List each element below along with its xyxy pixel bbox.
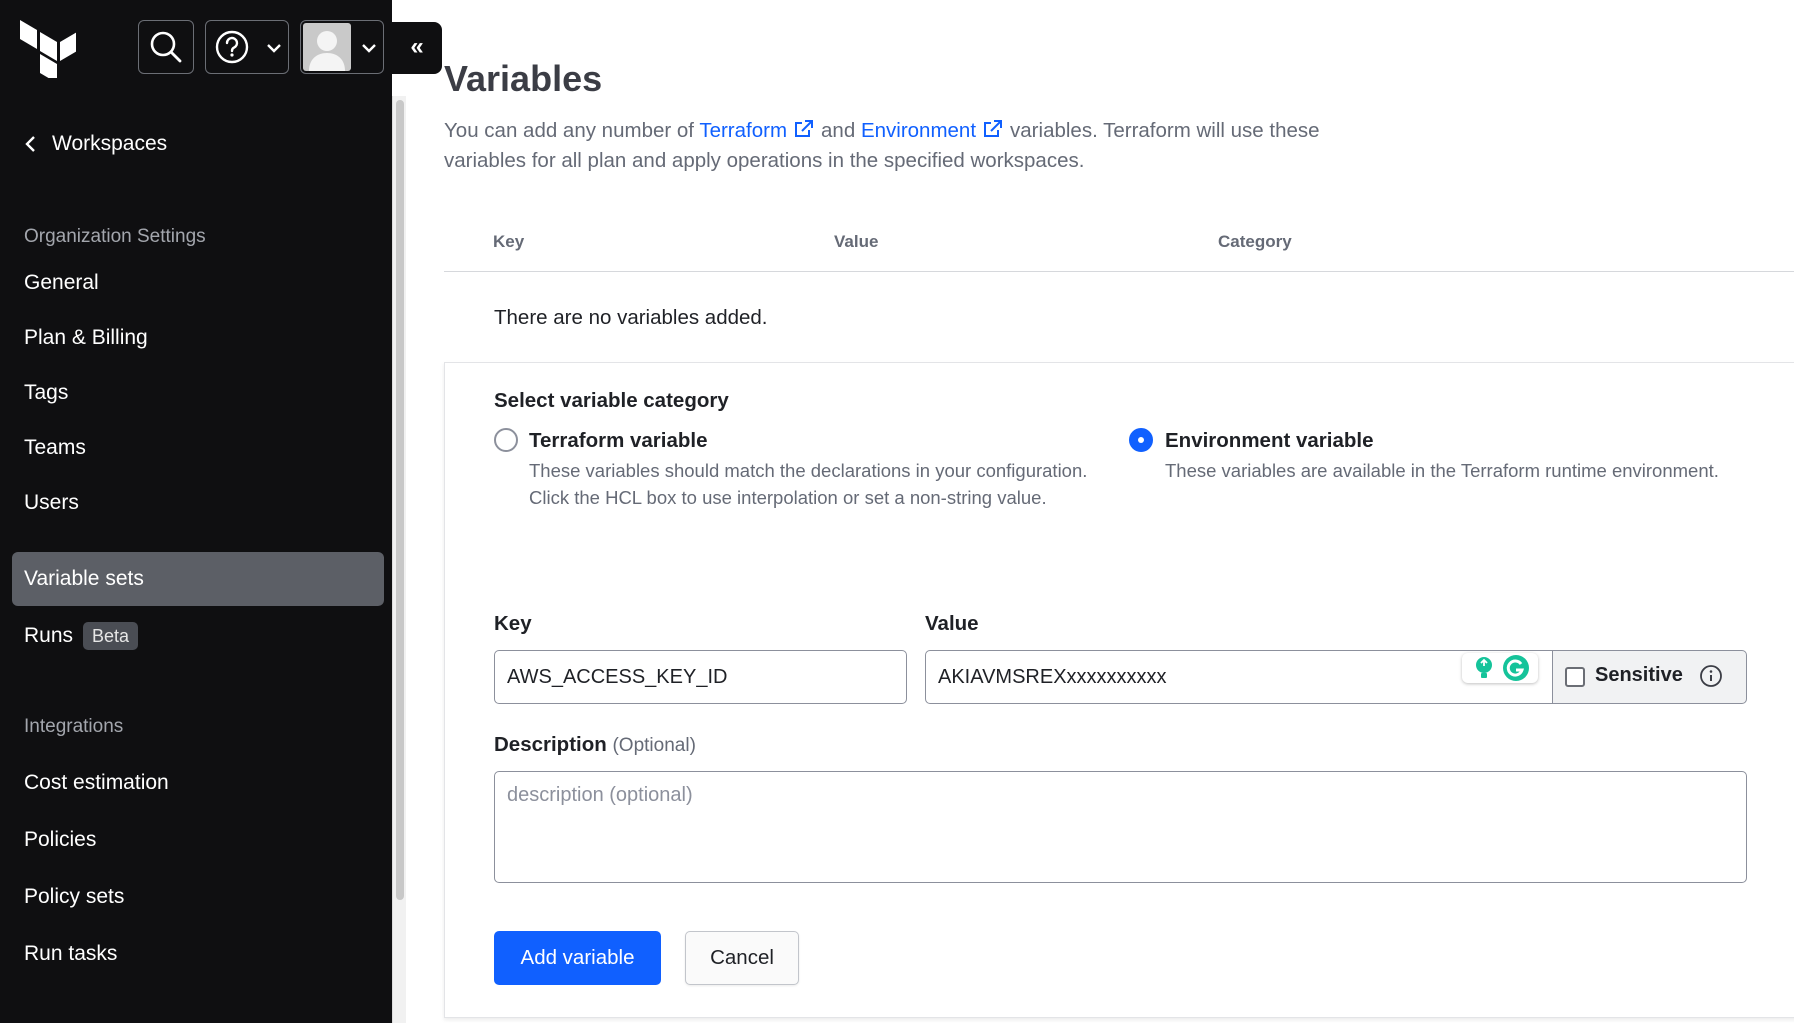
terraform-variable-title: Terraform variable <box>529 429 708 452</box>
empty-state-text: There are no variables added. <box>494 306 768 329</box>
terraform-variable-radio[interactable] <box>494 428 518 452</box>
back-to-workspaces-link[interactable]: Workspaces <box>24 132 167 156</box>
sidebar-item-cost-estimation[interactable]: Cost estimation <box>12 756 384 810</box>
section-heading-integrations: Integrations <box>24 716 124 737</box>
terraform-logo-icon[interactable] <box>20 20 76 78</box>
sidebar-item-users[interactable]: Users <box>12 476 384 530</box>
double-chevron-left-icon: « <box>410 33 424 60</box>
page-title: Variables <box>444 58 603 99</box>
add-variable-button[interactable]: Add variable <box>494 931 661 985</box>
description-textarea[interactable]: description (optional) <box>494 771 1747 883</box>
cancel-button[interactable]: Cancel <box>685 931 799 985</box>
add-variable-form: Select variable category Terraform varia… <box>444 362 1794 1018</box>
sidebar-item-runs[interactable]: Runs Beta <box>12 609 384 663</box>
external-link-icon <box>795 120 814 137</box>
sensitive-label: Sensitive <box>1595 664 1683 686</box>
sidebar-item-teams[interactable]: Teams <box>12 421 384 475</box>
chevron-down-icon <box>267 44 281 53</box>
chevron-down-icon <box>362 44 376 53</box>
sidebar-item-policies[interactable]: Policies <box>12 813 384 867</box>
variables-table-header: Key Value Category <box>444 230 1794 272</box>
column-header-key: Key <box>493 232 525 251</box>
scrollbar-thumb[interactable] <box>396 100 404 900</box>
grammarly-icon <box>1503 655 1529 681</box>
chevron-left-icon <box>25 136 35 152</box>
key-label: Key <box>494 612 532 635</box>
description-label: Description (Optional) <box>494 733 696 756</box>
collapse-sidebar-button[interactable]: « <box>392 22 442 74</box>
sidebar: Workspaces Organization Settings General… <box>0 0 392 1023</box>
value-label: Value <box>925 612 979 635</box>
sidebar-item-general[interactable]: General <box>12 256 384 310</box>
main-content: Variables You can add any number of Terr… <box>444 0 1794 1023</box>
sensitive-checkbox[interactable] <box>1565 667 1585 687</box>
environment-link[interactable]: Environment <box>861 119 976 142</box>
optional-hint: (Optional) <box>612 735 696 756</box>
environment-variable-desc: These variables are available in the Ter… <box>1165 460 1719 481</box>
sidebar-item-tags[interactable]: Tags <box>12 366 384 420</box>
grammarly-widget[interactable] <box>1462 653 1538 683</box>
sensitive-toggle[interactable]: Sensitive <box>1553 650 1747 704</box>
sidebar-item-policy-sets[interactable]: Policy sets <box>12 870 384 924</box>
environment-variable-radio[interactable] <box>1129 428 1153 452</box>
back-label: Workspaces <box>52 132 168 155</box>
search-button[interactable] <box>138 20 194 74</box>
key-input[interactable]: AWS_ACCESS_KEY_ID <box>494 650 907 704</box>
intro-text: You can add any number of Terraform and E… <box>444 119 1320 172</box>
help-icon <box>215 30 249 64</box>
section-heading-organization: Organization Settings <box>24 226 206 247</box>
sidebar-scrollbar[interactable] <box>392 96 406 1023</box>
sidebar-item-run-tasks[interactable]: Run tasks <box>12 927 384 981</box>
info-icon[interactable] <box>1699 664 1723 688</box>
terraform-link[interactable]: Terraform <box>699 119 787 142</box>
category-label: Select variable category <box>494 389 729 412</box>
user-menu-button[interactable] <box>300 20 384 74</box>
lightbulb-icon <box>1476 657 1492 678</box>
help-menu-button[interactable] <box>205 20 289 74</box>
terraform-variable-desc: These variables should match the declara… <box>529 460 1088 508</box>
value-text: AKIAVMSREXxxxxxxxxxx <box>938 666 1167 688</box>
external-link-icon <box>984 120 1003 137</box>
beta-badge: Beta <box>83 622 139 651</box>
sidebar-item-variable-sets[interactable]: Variable sets <box>12 552 384 606</box>
column-header-value: Value <box>834 232 879 251</box>
search-icon <box>150 31 182 63</box>
environment-variable-title: Environment variable <box>1165 429 1374 452</box>
value-input[interactable]: AKIAVMSREXxxxxxxxxxx <box>925 650 1553 704</box>
avatar <box>303 23 351 71</box>
column-header-category: Category <box>1218 232 1292 251</box>
sidebar-item-plan-billing[interactable]: Plan & Billing <box>12 311 384 365</box>
